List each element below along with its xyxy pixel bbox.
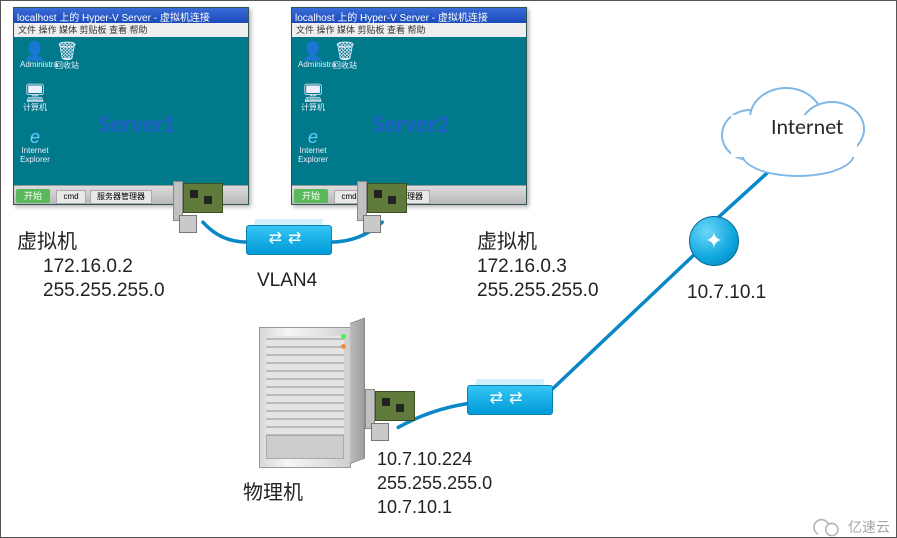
internet-cloud-label: Internet	[771, 113, 843, 140]
vm1-ip: 172.16.0.2	[43, 255, 133, 280]
vm1-caption: 虚拟机	[17, 229, 77, 255]
vm2-mask: 255.255.255.0	[477, 279, 599, 304]
vlan-switch-icon: ⇄⇄	[246, 219, 330, 263]
vlan-label: VLAN4	[257, 269, 317, 294]
admin-icon: 👤Administra	[20, 42, 50, 69]
watermark: 亿速云	[806, 517, 890, 538]
computer-icon: 🖥计算机	[298, 84, 328, 113]
admin-icon: 👤Administra	[298, 42, 328, 69]
vm1-nic-icon	[173, 179, 225, 239]
vm2-caption: 虚拟机	[477, 229, 537, 255]
physical-server-caption: 物理机	[243, 480, 303, 506]
vm2-titlebar: localhost 上的 Hyper-V Server - 虚拟机连接	[292, 8, 526, 23]
router-ip: 10.7.10.1	[687, 281, 766, 306]
vm2-nic-icon	[357, 179, 409, 239]
computer-icon: 🖥计算机	[20, 84, 50, 113]
ie-icon: eInternet Explorer	[20, 128, 50, 164]
physical-server-nic-icon	[365, 387, 417, 447]
recycle-icon: 🗑回收站	[330, 42, 360, 71]
physical-nic-mask: 255.255.255.0	[377, 472, 492, 495]
physical-nic-gateway: 10.7.10.1	[377, 496, 452, 519]
router-icon	[689, 216, 739, 266]
physical-server-icon	[259, 327, 351, 468]
vm1-titlebar: localhost 上的 Hyper-V Server - 虚拟机连接	[14, 8, 248, 23]
physical-nic-ip: 10.7.10.224	[377, 448, 472, 471]
vm2-window[interactable]: localhost 上的 Hyper-V Server - 虚拟机连接 文件 操…	[291, 7, 527, 205]
physical-switch-icon: ⇄⇄	[467, 379, 551, 423]
diagram-canvas: localhost 上的 Hyper-V Server - 虚拟机连接 文件 操…	[0, 0, 897, 538]
vm2-menubar: 文件 操作 媒体 剪贴板 查看 帮助	[292, 23, 526, 37]
vm1-menubar: 文件 操作 媒体 剪贴板 查看 帮助	[14, 23, 248, 37]
vm1-mask: 255.255.255.0	[43, 279, 165, 304]
vm1-window[interactable]: localhost 上的 Hyper-V Server - 虚拟机连接 文件 操…	[13, 7, 249, 205]
recycle-icon: 🗑回收站	[52, 42, 82, 71]
vm1-server-label: Server1	[99, 110, 175, 139]
vm2-taskbar: 开始 cmd 服务器管理器	[292, 185, 526, 204]
ie-icon: eInternet Explorer	[298, 128, 328, 164]
vm2-ip: 172.16.0.3	[477, 255, 567, 280]
vm2-server-label: Server2	[373, 110, 449, 139]
